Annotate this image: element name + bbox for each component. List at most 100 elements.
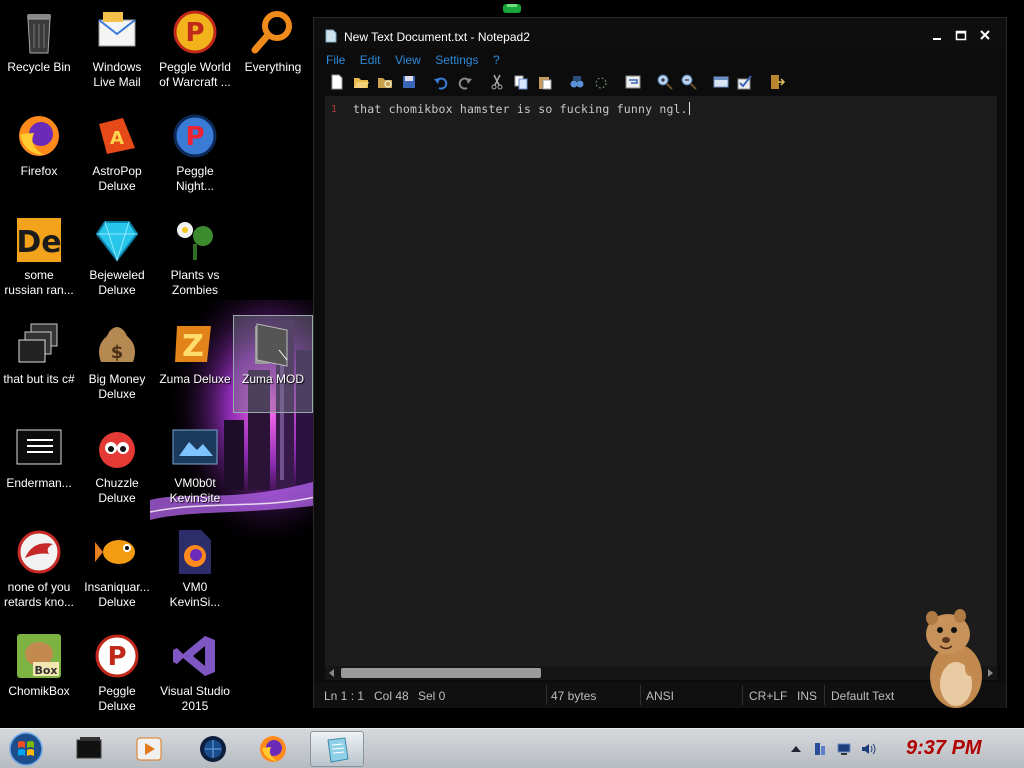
find-icon[interactable] xyxy=(568,73,586,91)
fish-icon xyxy=(95,540,135,564)
black-window-icon xyxy=(76,737,102,759)
menu-help[interactable]: ? xyxy=(493,53,500,67)
money-bag-icon: $ xyxy=(99,327,135,363)
desktop-shortcut-label: ChomikBox xyxy=(8,684,70,698)
copy-icon[interactable] xyxy=(512,73,530,91)
desktop-shortcut[interactable]: Recycle Bin xyxy=(0,4,78,100)
desktop-shortcut[interactable]: Zuma MOD xyxy=(233,315,313,413)
svg-text:A: A xyxy=(110,128,124,149)
terminal-icon xyxy=(16,429,62,465)
taskbar-firefox[interactable] xyxy=(246,731,300,767)
replace-icon[interactable] xyxy=(592,73,610,91)
desktop-shortcut[interactable]: P Peggle Night... xyxy=(156,108,234,204)
desktop-shortcut[interactable]: Box ChomikBox xyxy=(0,628,78,724)
desktop-shortcut-label: Zuma MOD xyxy=(241,372,304,386)
desktop-shortcut[interactable]: Z Zuma Deluxe xyxy=(156,316,234,412)
menu-view[interactable]: View xyxy=(395,53,421,67)
line-number: 1 xyxy=(331,104,338,115)
desktop-shortcut[interactable]: that but its c# xyxy=(0,316,78,412)
status-divider xyxy=(742,685,743,705)
svg-text:P: P xyxy=(107,642,126,672)
desktop-shortcut[interactable]: P Peggle Deluxe xyxy=(78,628,156,724)
visual-studio-icon xyxy=(173,636,215,676)
de-icon: De xyxy=(16,218,62,262)
desktop-shortcut[interactable]: Enderman... xyxy=(0,420,78,516)
svg-text:$: $ xyxy=(111,342,124,363)
mail-icon xyxy=(98,12,136,47)
status-line-endings[interactable]: CR+LF xyxy=(749,689,787,703)
text-editor[interactable]: 1 that chomikbox hamster is so fucking f… xyxy=(325,96,997,666)
scrollbar-thumb[interactable] xyxy=(341,668,541,678)
device-icon[interactable] xyxy=(812,741,828,757)
open-icon[interactable] xyxy=(352,73,370,91)
desktop-shortcut[interactable]: Firefox xyxy=(0,108,78,204)
clock[interactable]: 9:37 PM xyxy=(906,737,982,760)
desktop-shortcut[interactable]: $ Big Money Deluxe xyxy=(78,316,156,412)
desktop-shortcut-label: Big Money Deluxe xyxy=(88,372,146,401)
desktop-shortcut-label: Peggle World of Warcraft ... xyxy=(159,60,231,89)
desktop-shortcut[interactable]: De some russian ran... xyxy=(0,212,78,308)
vm-screen-icon xyxy=(172,429,218,465)
desktop-shortcut-label: Bejeweled Deluxe xyxy=(89,268,145,297)
start-orb-icon[interactable] xyxy=(6,731,46,767)
desktop-shortcut[interactable]: VM0b0t KevinSite xyxy=(156,420,234,516)
taskbar-globe[interactable] xyxy=(186,731,240,767)
save-icon[interactable] xyxy=(400,73,418,91)
schemes-icon[interactable] xyxy=(712,73,730,91)
desktop-shortcut[interactable]: A AstroPop Deluxe xyxy=(78,108,156,204)
customize-icon[interactable] xyxy=(736,73,754,91)
taskbar-black-window[interactable] xyxy=(62,731,116,767)
zoom-in-icon[interactable] xyxy=(656,73,674,91)
chomikbox-icon: Box xyxy=(17,634,61,678)
status-scheme[interactable]: Default Text xyxy=(831,689,894,703)
firefox-icon xyxy=(260,736,286,762)
menu-file[interactable]: File xyxy=(326,53,345,67)
desktop-shortcut[interactable]: Bejeweled Deluxe xyxy=(78,212,156,308)
redo-icon[interactable] xyxy=(456,73,474,91)
desktop-shortcut[interactable]: none of you retards kno... xyxy=(0,524,78,620)
show-hidden-icon[interactable] xyxy=(788,741,804,757)
network-icon[interactable] xyxy=(836,741,852,757)
maximize-button[interactable] xyxy=(952,28,970,44)
exit-icon[interactable] xyxy=(768,73,786,91)
status-insert-mode[interactable]: INS xyxy=(797,689,817,703)
desktop-shortcut-label: AstroPop Deluxe xyxy=(92,164,142,193)
status-encoding[interactable]: ANSI xyxy=(646,689,674,703)
minimize-button[interactable] xyxy=(928,28,946,44)
status-size: 47 bytes xyxy=(551,689,597,703)
desktop-shortcut-label: VM0b0t KevinSite xyxy=(169,476,221,505)
taskbar-media-player[interactable] xyxy=(122,731,176,767)
desktop-shortcut[interactable]: Chuzzle Deluxe xyxy=(78,420,156,516)
close-button[interactable] xyxy=(976,28,994,44)
undo-icon[interactable] xyxy=(432,73,450,91)
zoom-out-icon[interactable] xyxy=(680,73,698,91)
desktop-shortcut[interactable]: P Peggle World of Warcraft ... xyxy=(156,4,234,100)
menu-edit[interactable]: Edit xyxy=(360,53,381,67)
desktop-shortcut[interactable]: VM0 KevinSi... xyxy=(156,524,234,620)
new-icon[interactable] xyxy=(328,73,346,91)
desktop-shortcut[interactable]: Visual Studio 2015 xyxy=(156,628,234,724)
browse-icon[interactable] xyxy=(376,73,394,91)
window-top-ornament xyxy=(503,4,521,13)
menu-settings[interactable]: Settings xyxy=(435,53,478,67)
wordwrap-icon[interactable] xyxy=(624,73,642,91)
magnifier-icon xyxy=(251,11,292,54)
editor-content[interactable]: that chomikbox hamster is so fucking fun… xyxy=(353,102,690,116)
cut-icon[interactable] xyxy=(488,73,506,91)
volume-icon[interactable] xyxy=(860,741,876,757)
desktop-shortcut-label: none of you retards kno... xyxy=(3,580,75,609)
toolbar xyxy=(326,72,996,92)
paste-icon[interactable] xyxy=(536,73,554,91)
desktop-shortcut[interactable]: Everything xyxy=(234,4,312,100)
text-caret xyxy=(688,102,690,115)
title-bar[interactable]: New Text Document.txt - Notepad2 xyxy=(314,18,1006,48)
desktop-shortcut[interactable]: Insaniquar... Deluxe xyxy=(78,524,156,620)
horizontal-scrollbar[interactable] xyxy=(325,666,997,680)
desktop-shortcut[interactable]: Windows Live Mail xyxy=(78,4,156,100)
desktop-shortcut[interactable]: Plants vs Zombies xyxy=(156,212,234,308)
scroll-left-icon[interactable] xyxy=(327,668,337,678)
taskbar-notepad2[interactable] xyxy=(310,731,364,767)
desktop-shortcut-label: Plants vs Zombies xyxy=(170,268,220,297)
gem-icon xyxy=(95,221,139,262)
notepad-window: New Text Document.txt - Notepad2 File Ed… xyxy=(313,17,1007,708)
